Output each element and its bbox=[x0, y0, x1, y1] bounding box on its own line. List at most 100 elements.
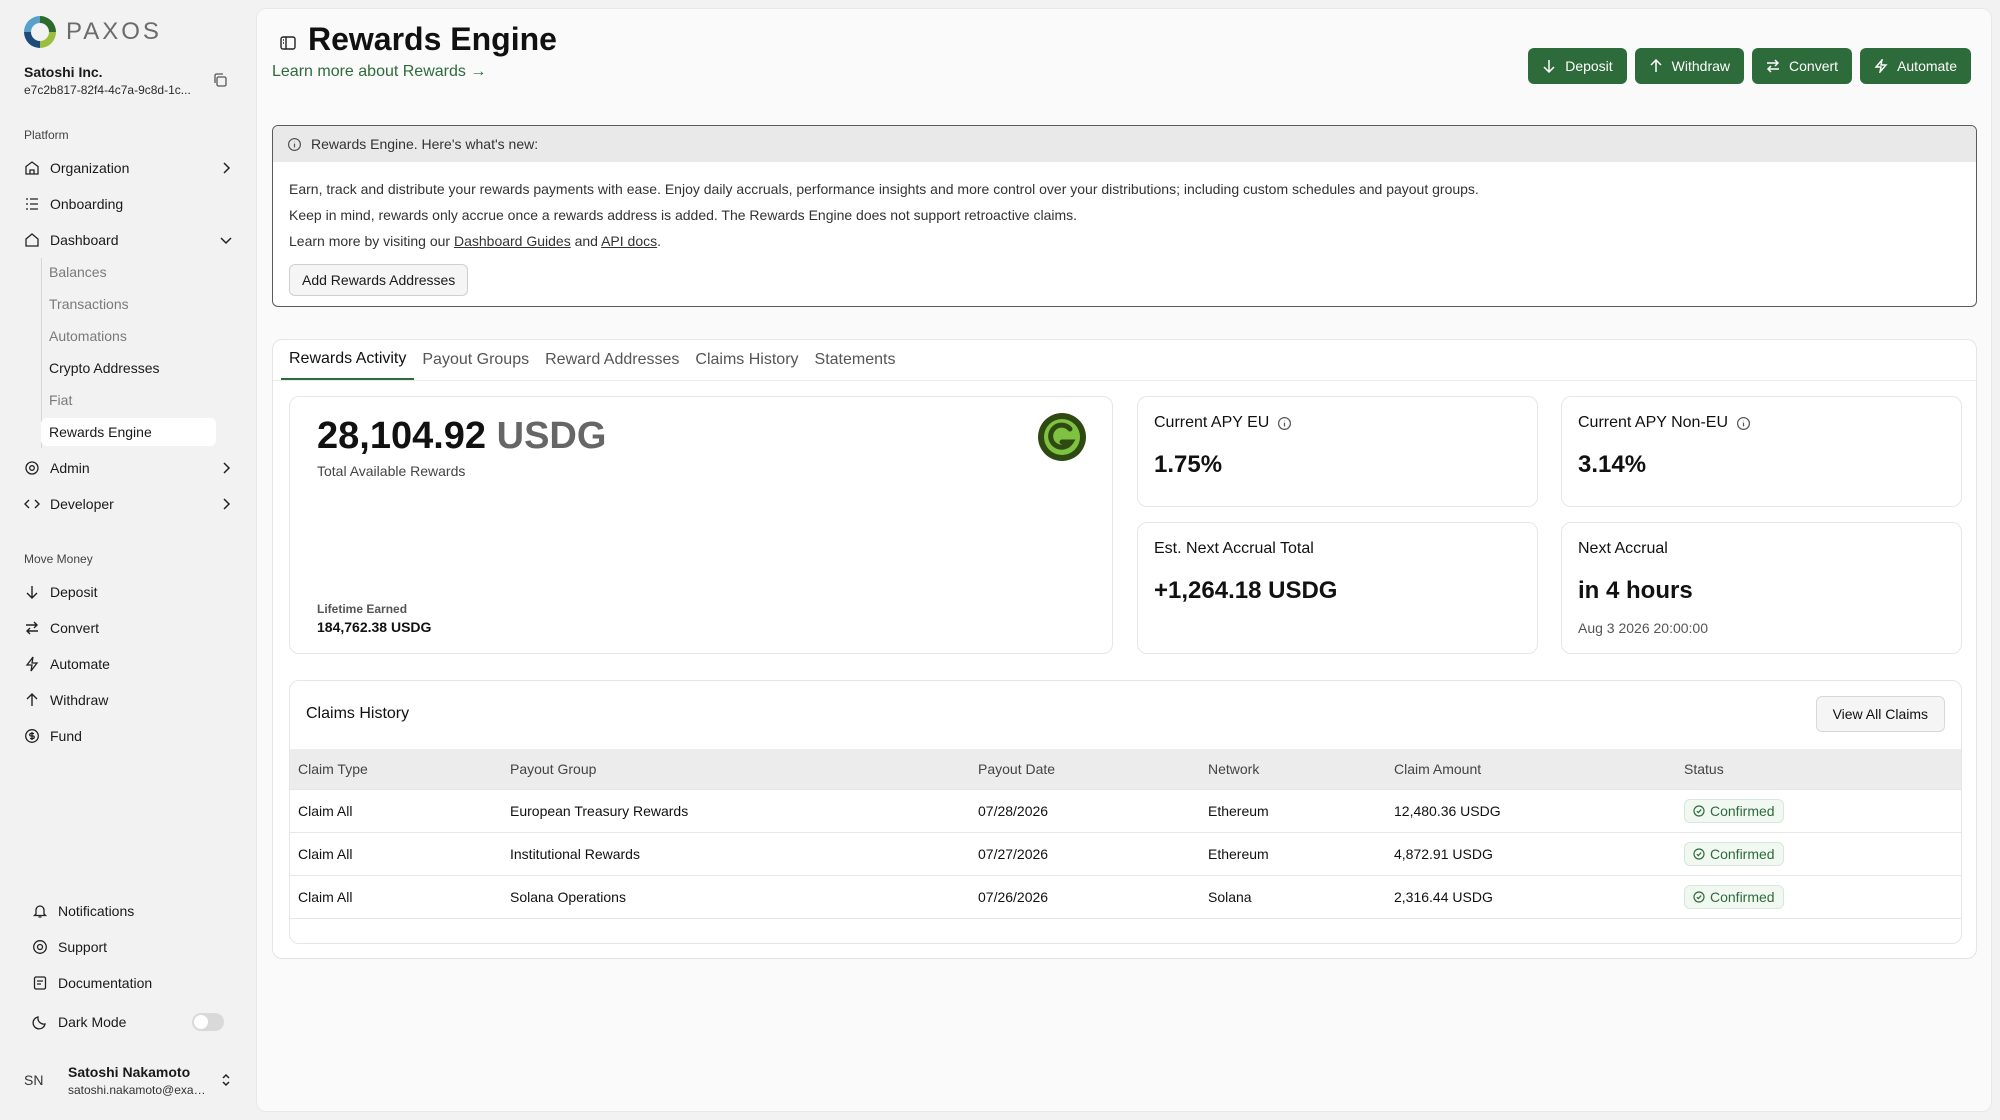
apy-eu-card: Current APY EU 1.75% bbox=[1137, 396, 1538, 507]
network-cell: Solana bbox=[1200, 874, 1386, 919]
info-icon bbox=[287, 137, 302, 151]
column-header[interactable]: Claim Type bbox=[290, 749, 502, 789]
add-rewards-addresses-button[interactable]: Add Rewards Addresses bbox=[289, 264, 469, 296]
chevron-right-icon bbox=[223, 462, 231, 474]
tab-reward-addresses[interactable]: Reward Addresses bbox=[537, 340, 687, 380]
building-icon bbox=[24, 160, 40, 176]
automate-button[interactable]: Automate bbox=[1860, 48, 1971, 84]
sidebar-sub-rewards-engine[interactable]: Rewards Engine bbox=[41, 418, 216, 446]
tab-payout-groups[interactable]: Payout Groups bbox=[414, 340, 537, 380]
user-menu[interactable]: SN Satoshi Nakamoto satoshi.nakamoto@exa… bbox=[24, 1060, 234, 1100]
info-banner: Rewards Engine. Here's what's new: Earn,… bbox=[272, 125, 1977, 307]
table-row[interactable]: Claim All European Treasury Rewards 07/2… bbox=[290, 788, 1961, 832]
column-header[interactable]: Status bbox=[1676, 749, 1961, 789]
tab-rewards-activity[interactable]: Rewards Activity bbox=[281, 340, 415, 380]
payout-group-cell: Solana Operations bbox=[502, 874, 970, 919]
sidebar-toggle-icon[interactable] bbox=[279, 34, 297, 52]
sidebar-item-automate[interactable]: Automate bbox=[24, 650, 234, 678]
rewards-amount-value: 28,104.92 bbox=[317, 415, 487, 457]
sidebar-sub-transactions[interactable]: Transactions bbox=[41, 290, 216, 318]
copy-icon[interactable] bbox=[212, 72, 228, 88]
claim-amount-cell: 12,480.36 USDG bbox=[1386, 788, 1676, 832]
moon-icon bbox=[32, 1014, 48, 1030]
lightning-icon bbox=[1874, 59, 1888, 73]
sidebar-item-convert[interactable]: Convert bbox=[24, 614, 234, 642]
claim-type-cell: Claim All bbox=[290, 788, 502, 832]
sidebar-sub-automations[interactable]: Automations bbox=[41, 322, 216, 350]
tab-claims-history[interactable]: Claims History bbox=[687, 340, 806, 380]
claims-table: Claim Type Payout Group Payout Date Netw… bbox=[290, 749, 1961, 919]
org-id: e7c2b817-82f4-4c7a-9c8d-1c... bbox=[24, 83, 191, 97]
dollar-circle-icon bbox=[24, 728, 40, 744]
network-cell: Ethereum bbox=[1200, 788, 1386, 832]
arrow-down-icon bbox=[24, 584, 40, 600]
sidebar-item-withdraw[interactable]: Withdraw bbox=[24, 686, 234, 714]
column-header[interactable]: Payout Date bbox=[970, 749, 1200, 789]
button-label: Deposit bbox=[1565, 58, 1613, 74]
sidebar-sub-crypto-addresses[interactable]: Crypto Addresses bbox=[41, 354, 216, 382]
banner-text: Learn more by visiting our bbox=[289, 233, 454, 249]
org-name: Satoshi Inc. bbox=[24, 64, 103, 80]
info-icon[interactable] bbox=[1277, 416, 1292, 431]
page-title: Rewards Engine bbox=[308, 21, 557, 57]
sidebar-item-notifications[interactable]: Notifications bbox=[32, 897, 242, 925]
sidebar-item-support[interactable]: Support bbox=[32, 933, 242, 961]
status-badge: Confirmed bbox=[1684, 884, 1784, 909]
sidebar-sub-fiat[interactable]: Fiat bbox=[41, 386, 216, 414]
learn-more-rewards-link[interactable]: Learn more about Rewards → bbox=[272, 63, 486, 81]
dark-mode-toggle[interactable] bbox=[192, 1013, 224, 1031]
status-text: Confirmed bbox=[1710, 802, 1775, 819]
next-accrual-card: Next Accrual in 4 hours Aug 3 2026 20:00… bbox=[1561, 522, 1962, 654]
apy-non-eu-title: Current APY Non-EU bbox=[1578, 414, 1751, 432]
sidebar-item-dashboard[interactable]: Dashboard bbox=[24, 226, 234, 254]
apy-eu-value: 1.75% bbox=[1154, 451, 1223, 478]
claims-history-title: Claims History bbox=[306, 705, 410, 722]
payout-date-cell: 07/28/2026 bbox=[970, 788, 1200, 832]
column-header[interactable]: Payout Group bbox=[502, 749, 970, 789]
sidebar-item-organization[interactable]: Organization bbox=[24, 154, 234, 182]
info-icon[interactable] bbox=[1736, 416, 1751, 431]
tab-bar: Rewards Activity Payout Groups Reward Ad… bbox=[281, 340, 903, 380]
next-accrual-total-card: Est. Next Accrual Total +1,264.18 USDG bbox=[1137, 522, 1538, 654]
sidebar-sub-balances[interactable]: Balances bbox=[41, 258, 216, 286]
sidebar-item-deposit[interactable]: Deposit bbox=[24, 578, 234, 606]
next-accrual-time: Aug 3 2026 20:00:00 bbox=[1578, 620, 1709, 636]
gear-icon bbox=[24, 460, 40, 476]
lifetime-earned-label: Lifetime Earned bbox=[317, 602, 408, 616]
next-accrual-title: Next Accrual bbox=[1578, 540, 1668, 557]
banner-line: Learn more by visiting our Dashboard Gui… bbox=[289, 228, 1960, 254]
sidebar-item-admin[interactable]: Admin bbox=[24, 454, 234, 482]
network-cell: Ethereum bbox=[1200, 831, 1386, 875]
user-name: Satoshi Nakamoto bbox=[68, 1063, 191, 1080]
deposit-button[interactable]: Deposit bbox=[1528, 48, 1627, 84]
dashboard-guides-link[interactable]: Dashboard Guides bbox=[454, 233, 571, 249]
column-header[interactable]: Claim Amount bbox=[1386, 749, 1676, 789]
lightning-icon bbox=[24, 656, 40, 672]
api-docs-link[interactable]: API docs bbox=[601, 233, 657, 249]
status-text: Confirmed bbox=[1710, 845, 1775, 862]
apy-non-eu-card: Current APY Non-EU 3.14% bbox=[1561, 396, 1962, 507]
table-header-row: Claim Type Payout Group Payout Date Netw… bbox=[290, 749, 1961, 789]
sidebar-item-developer[interactable]: Developer bbox=[24, 490, 234, 518]
table-row[interactable]: Claim All Solana Operations 07/26/2026 S… bbox=[290, 874, 1961, 919]
sidebar-item-fund[interactable]: Fund bbox=[24, 722, 234, 750]
view-all-claims-button[interactable]: View All Claims bbox=[1815, 696, 1945, 732]
chevron-right-icon bbox=[223, 498, 231, 510]
swap-icon bbox=[1766, 59, 1780, 73]
paxos-logo[interactable]: PAXOS bbox=[24, 16, 162, 48]
button-label: Withdraw bbox=[1671, 58, 1731, 74]
tab-statements[interactable]: Statements bbox=[807, 340, 904, 380]
avatar: SN bbox=[24, 1072, 44, 1088]
status-cell: Confirmed bbox=[1676, 788, 1961, 832]
code-icon bbox=[24, 496, 40, 512]
sidebar-item-documentation[interactable]: Documentation bbox=[32, 969, 242, 997]
banner-text: and bbox=[570, 233, 602, 249]
convert-button[interactable]: Convert bbox=[1752, 48, 1853, 84]
sidebar-item-onboarding[interactable]: Onboarding bbox=[24, 190, 234, 218]
arrow-down-icon bbox=[1543, 60, 1555, 73]
sidebar: PAXOS Satoshi Inc. e7c2b817-82f4-4c7a-9c… bbox=[0, 0, 256, 1120]
withdraw-button[interactable]: Withdraw bbox=[1634, 48, 1745, 84]
table-row[interactable]: Claim All Institutional Rewards 07/27/20… bbox=[290, 831, 1961, 875]
sidebar-item-dark-mode: Dark Mode bbox=[32, 1008, 192, 1036]
column-header[interactable]: Network bbox=[1200, 749, 1386, 789]
